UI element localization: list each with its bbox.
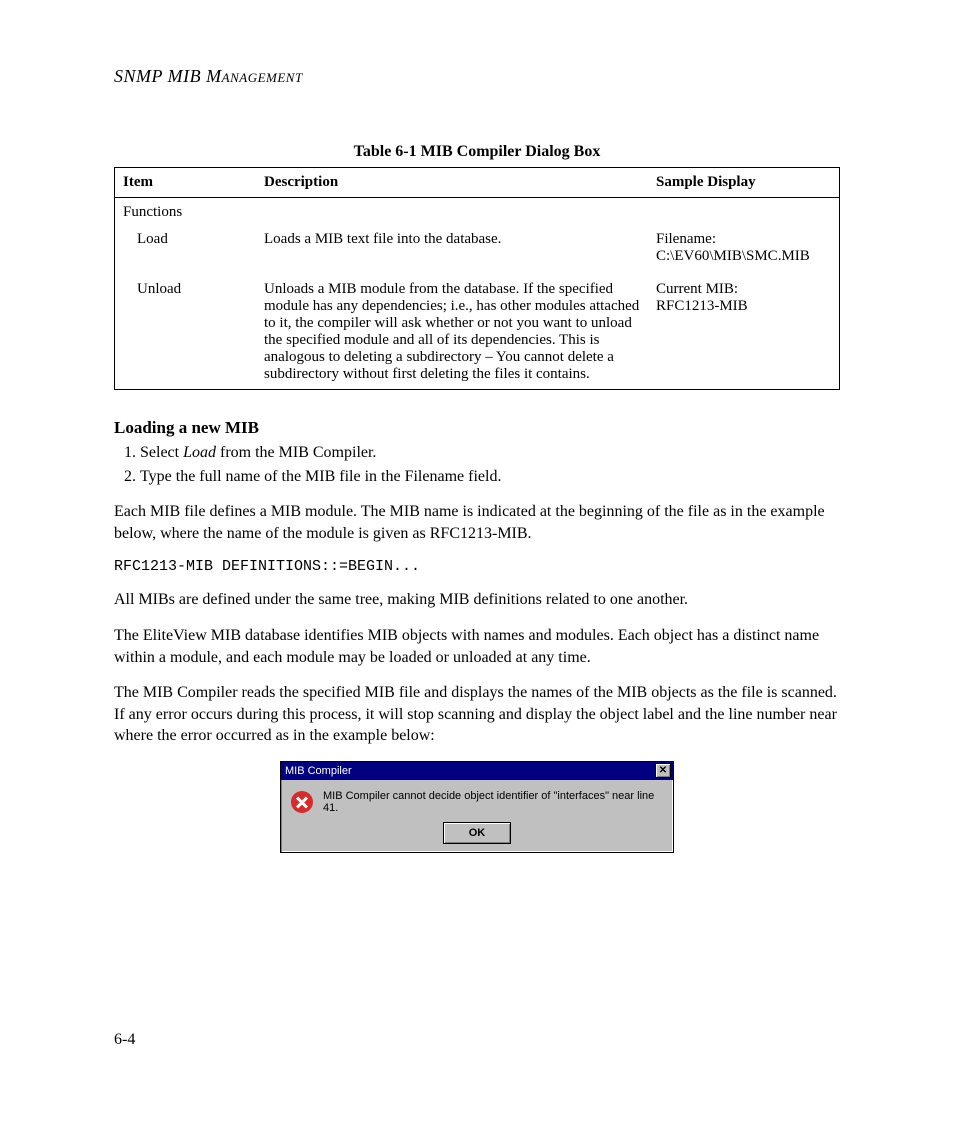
mib-compiler-table: Item Description Sample Display Function… [114, 167, 840, 390]
cell-item: Functions [115, 198, 257, 228]
sample-line: RFC1213-MIB [656, 298, 831, 315]
section-heading: Loading a new MIB [114, 418, 840, 438]
page-number: 6-4 [114, 1031, 135, 1049]
step-emphasis: Load [183, 444, 216, 461]
table-header-row: Item Description Sample Display [115, 168, 840, 198]
cell-sample [648, 198, 840, 228]
sample-line: Filename: [656, 231, 831, 248]
steps-list: Select Load from the MIB Compiler. Type … [114, 442, 840, 487]
sample-line: Current MIB: [656, 281, 831, 298]
table-caption: Table 6-1 MIB Compiler Dialog Box [114, 143, 840, 161]
table-row: Functions [115, 198, 840, 228]
body-paragraph: The EliteView MIB database identifies MI… [114, 625, 840, 668]
col-sample: Sample Display [648, 168, 840, 198]
code-sample: RFC1213-MIB DEFINITIONS::=BEGIN... [114, 558, 840, 575]
body-paragraph: The MIB Compiler reads the specified MIB… [114, 682, 840, 747]
step-text: Select [140, 444, 183, 461]
ok-button[interactable]: OK [443, 822, 511, 844]
error-dialog: MIB Compiler ✕ MIB Compiler cannot decid… [280, 761, 674, 853]
dialog-title: MIB Compiler [285, 765, 352, 777]
running-header: SNMP MIB Management [114, 66, 840, 87]
close-icon[interactable]: ✕ [655, 763, 671, 778]
cell-desc: Unloads a MIB module from the database. … [256, 275, 648, 390]
dialog-titlebar: MIB Compiler ✕ [281, 762, 673, 780]
list-item: Type the full name of the MIB file in th… [140, 466, 840, 488]
sample-line: C:\EV60\MIB\SMC.MIB [656, 248, 831, 265]
col-item: Item [115, 168, 257, 198]
cell-sample: Filename: C:\EV60\MIB\SMC.MIB [648, 227, 840, 275]
cell-sample: Current MIB: RFC1213-MIB [648, 275, 840, 390]
error-icon [291, 791, 313, 813]
cell-item: Unload [115, 275, 257, 390]
list-item: Select Load from the MIB Compiler. [140, 442, 840, 464]
cell-item: Load [115, 227, 257, 275]
table-row: Load Loads a MIB text file into the data… [115, 227, 840, 275]
body-paragraph: Each MIB file defines a MIB module. The … [114, 501, 840, 544]
cell-desc [256, 198, 648, 228]
cell-desc: Loads a MIB text file into the database. [256, 227, 648, 275]
body-paragraph: All MIBs are defined under the same tree… [114, 589, 840, 611]
step-text: from the MIB Compiler. [216, 444, 376, 461]
running-header-text: SNMP MIB Management [114, 66, 303, 86]
dialog-message: MIB Compiler cannot decide object identi… [323, 790, 663, 814]
col-description: Description [256, 168, 648, 198]
table-row: Unload Unloads a MIB module from the dat… [115, 275, 840, 390]
